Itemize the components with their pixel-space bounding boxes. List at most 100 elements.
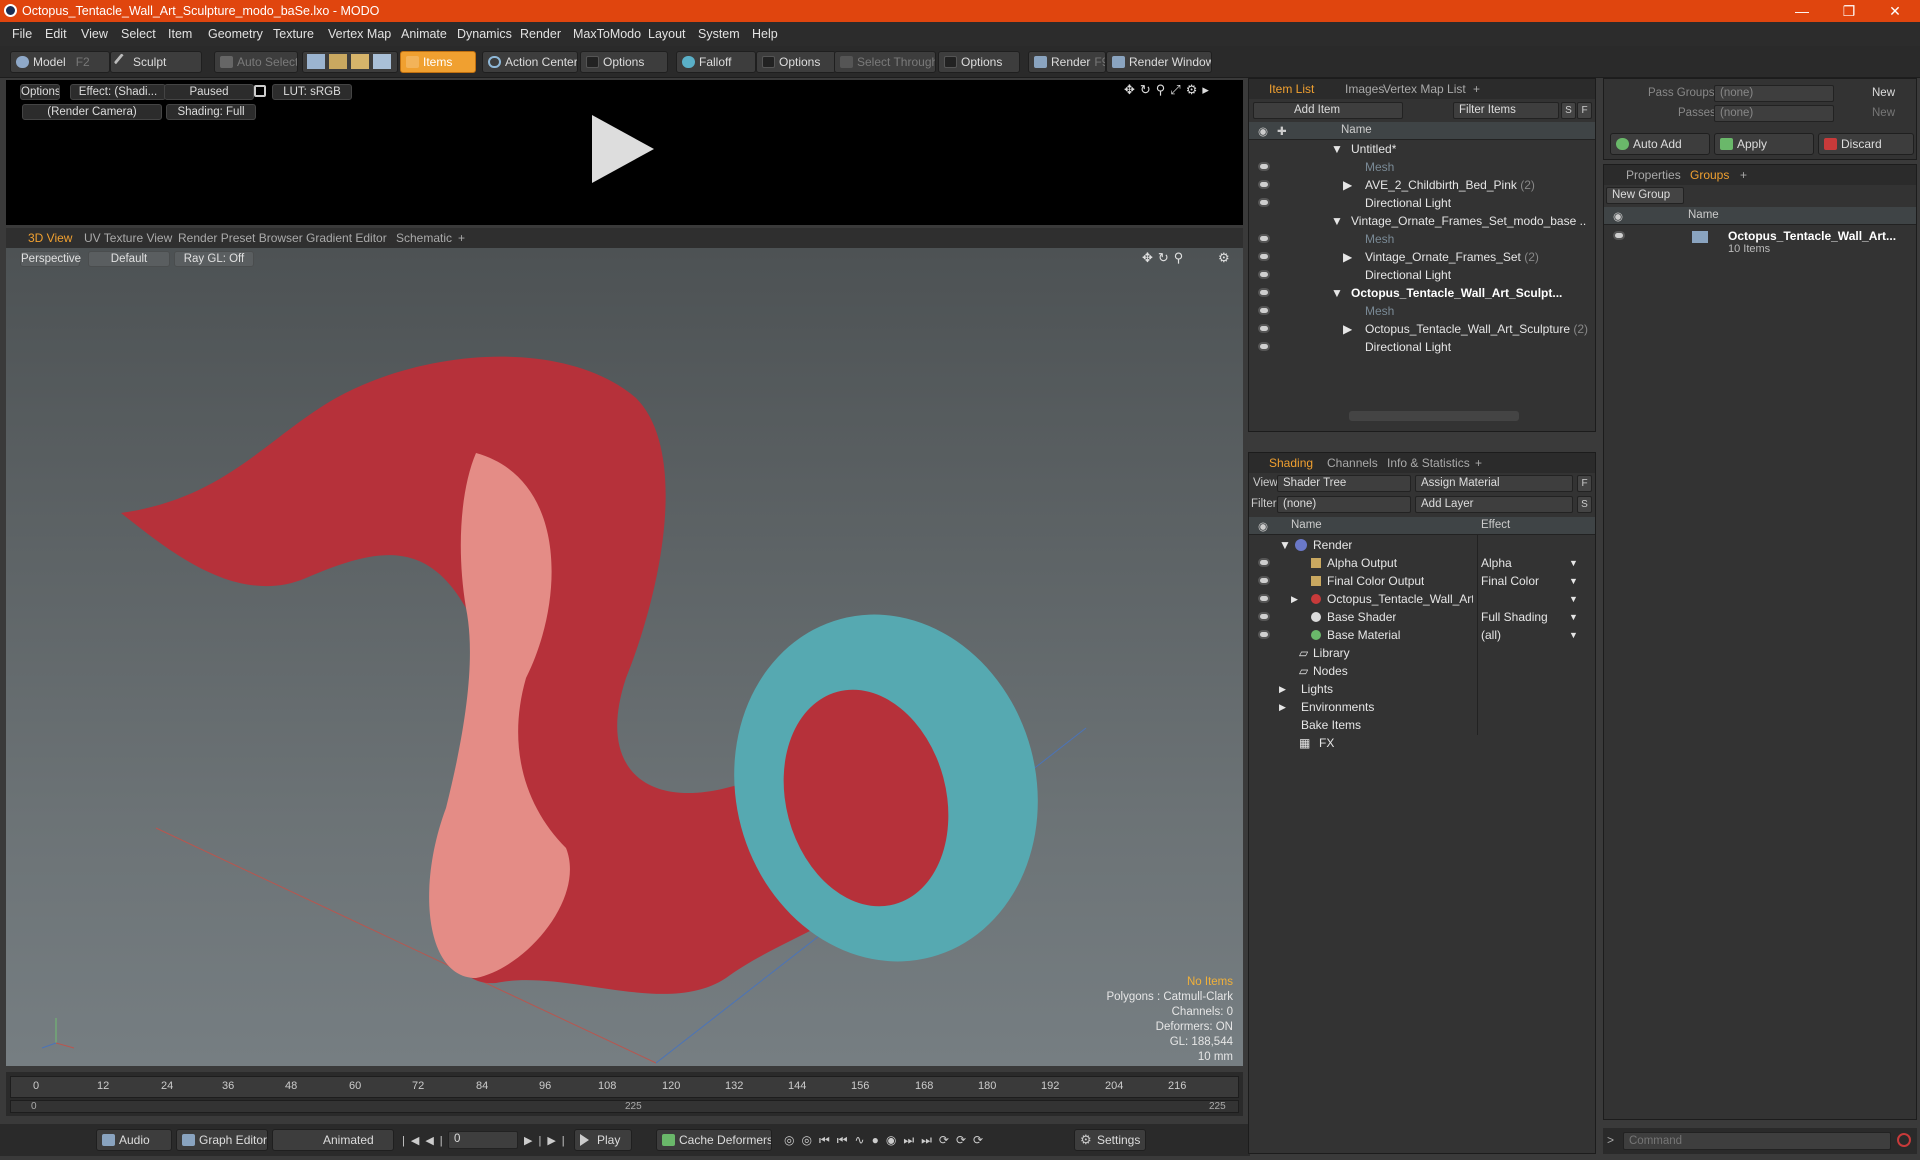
tab-schematic[interactable]: Schematic [396,231,452,245]
dropdown-arrow-icon[interactable]: ▼ [1569,558,1578,568]
menu-vertex-map[interactable]: Vertex Map [328,27,391,41]
list-item[interactable]: Mesh [1249,302,1595,320]
lut-dropdown[interactable]: LUT: sRGB [272,84,352,100]
list-item[interactable]: ▼ Vintage_Ornate_Frames_Set_modo_base ... [1249,212,1595,230]
list-item[interactable]: Mesh [1249,230,1595,248]
name-column-header[interactable]: Name [1341,124,1372,136]
add-layer-dropdown[interactable]: Add Layer [1415,496,1573,513]
expand-arrow-icon[interactable]: ▶ [1343,178,1352,192]
menu-view[interactable]: View [81,27,108,41]
cache-deformers-button[interactable]: Cache Deformers [656,1129,772,1151]
menu-file[interactable]: File [12,27,32,41]
add-tab-button[interactable]: + [1475,456,1482,470]
shader-row[interactable]: Base Material (all) ▼ [1249,626,1595,644]
menu-item[interactable]: Item [168,27,192,41]
options-button-1[interactable]: Options [580,51,668,73]
render-options-button[interactable]: Options [20,84,60,100]
visibility-eye-icon[interactable] [1258,180,1270,189]
tab-channels[interactable]: Channels [1327,456,1378,470]
new-group-button[interactable]: New Group [1606,187,1684,204]
shader-row[interactable]: Alpha Output Alpha ▼ [1249,554,1595,572]
menu-animate[interactable]: Animate [401,27,447,41]
visibility-eye-icon[interactable] [1258,342,1270,351]
animated-dropdown[interactable]: Animated [272,1129,394,1151]
frame-input[interactable]: 0 [448,1131,518,1149]
perspective-dropdown[interactable]: Perspective [20,251,81,267]
tab-uv-texture-view[interactable]: UV Texture View [84,231,172,245]
shader-row[interactable]: ▶ Octopus_Tentacle_Wall_Art... ▼ [1249,590,1595,608]
menu-geometry[interactable]: Geometry [208,27,263,41]
render-window-button[interactable]: Render Window [1106,51,1212,73]
list-item[interactable]: ▼ Octopus_Tentacle_Wall_Art_Sculpt... [1249,284,1595,302]
play-button[interactable]: Play [574,1129,632,1151]
horizontal-scrollbar[interactable] [1349,411,1519,421]
dropdown-arrow-icon[interactable]: ▼ [1569,576,1578,586]
command-input[interactable] [1623,1132,1891,1150]
render-effect-dropdown[interactable]: Effect: (Shadi... [70,84,166,100]
expand-arrow-icon[interactable]: ▶ [1291,594,1298,605]
group-row[interactable]: Octopus_Tentacle_Wall_Art... 10 Items [1604,227,1916,257]
tab-info-statistics[interactable]: Info & Statistics [1387,456,1470,470]
timeline-ruler[interactable]: 0 12 24 36 48 60 72 84 96 108 120 132 14… [10,1076,1239,1098]
viewport-nav-controls[interactable]: ✥↻⚲ [1142,250,1188,266]
shading-default-dropdown[interactable]: Default [88,251,170,267]
shader-row[interactable]: ▼ Render [1249,536,1595,554]
visibility-eye-icon[interactable] [1258,306,1270,315]
lock-icon[interactable] [254,85,266,97]
falloff-button[interactable]: Falloff [676,51,756,73]
list-item[interactable]: Directional Light [1249,194,1595,212]
3d-viewport[interactable]: Perspective Default Ray GL: Off ✥↻⚲ ⚙ No… [6,248,1243,1066]
menu-dynamics[interactable]: Dynamics [457,27,512,41]
expand-arrow-icon[interactable]: ▼ [1331,142,1343,156]
effect-value[interactable]: (all) [1481,628,1501,642]
name-column-header[interactable]: Name [1291,519,1322,531]
add-item-dropdown[interactable]: Add Item [1253,102,1403,119]
maximize-icon[interactable]: ❐ [1832,1,1866,21]
expand-arrow-icon[interactable]: ▼ [1279,538,1291,552]
options-button-3[interactable]: Options [938,51,1020,73]
list-item[interactable]: ▼ Untitled* [1249,140,1595,158]
menu-system[interactable]: System [698,27,740,41]
raygl-toggle[interactable]: Ray GL: Off [174,251,254,267]
auto-select-button[interactable]: Auto Select [214,51,298,73]
menu-help[interactable]: Help [752,27,778,41]
expand-arrow-icon[interactable]: ▶ [1279,702,1286,713]
auto-add-button[interactable]: Auto Add [1610,133,1710,155]
shader-row[interactable]: ▱ Nodes [1249,662,1595,680]
tab-images[interactable]: Images [1345,82,1384,96]
visibility-eye-icon[interactable] [1258,576,1270,585]
dropdown-arrow-icon[interactable]: ▼ [1569,630,1578,640]
view-dropdown[interactable]: Shader Tree [1277,475,1411,492]
render-paused-toggle[interactable]: Paused [164,84,254,100]
shading-s-button[interactable]: S [1577,496,1592,513]
options-button-2[interactable]: Options [756,51,836,73]
menu-select[interactable]: Select [121,27,156,41]
assign-material-dropdown[interactable]: Assign Material [1415,475,1573,492]
keyframe-controls[interactable]: ◎◎⏮⏮∿●◉⏭⏭⟳⟳⟳ [784,1133,990,1148]
graph-editor-button[interactable]: Graph Editor [176,1129,268,1151]
effect-column-header[interactable]: Effect [1481,519,1510,531]
visibility-eye-icon[interactable] [1258,288,1270,297]
menu-layout[interactable]: Layout [648,27,686,41]
menu-texture[interactable]: Texture [273,27,314,41]
add-tab-button[interactable]: + [1473,82,1480,96]
expand-arrow-icon[interactable]: ▼ [1331,214,1343,228]
shader-row[interactable]: Base Shader Full Shading ▼ [1249,608,1595,626]
effect-value[interactable]: Alpha [1481,556,1512,570]
tab-properties[interactable]: Properties [1626,168,1681,182]
shader-row[interactable]: ▶ Environments [1249,698,1595,716]
visibility-eye-icon[interactable] [1258,594,1270,603]
discard-button[interactable]: Discard [1818,133,1914,155]
expand-arrow-icon[interactable]: ▶ [1343,322,1352,336]
add-tab-button[interactable]: + [1740,168,1747,182]
tab-render-preset-browser[interactable]: Render Preset Browser [178,231,303,245]
select-through-button[interactable]: Select Through [834,51,936,73]
name-column-header[interactable]: Name [1688,209,1719,221]
shader-row[interactable]: ▱ Library [1249,644,1595,662]
shader-row[interactable]: Final Color Output Final Color ▼ [1249,572,1595,590]
tab-gradient-editor[interactable]: Gradient Editor [306,231,387,245]
menu-render[interactable]: Render [520,27,561,41]
shader-row[interactable]: Bake Items [1249,716,1595,734]
list-item[interactable]: Directional Light [1249,266,1595,284]
model-button[interactable]: Model F2 [10,51,110,73]
